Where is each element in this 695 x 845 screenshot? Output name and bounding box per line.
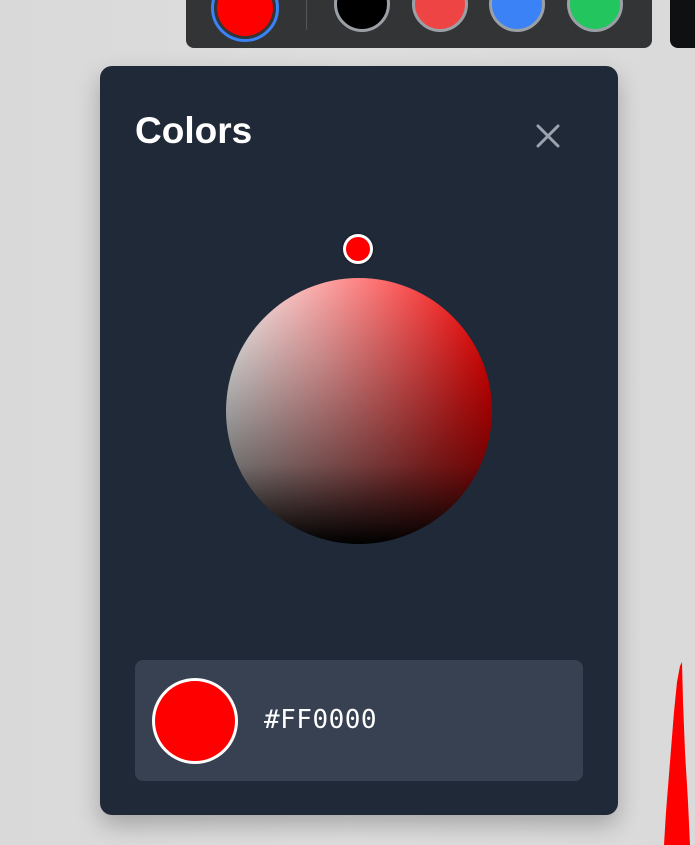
close-icon bbox=[536, 124, 560, 148]
swatch-blue[interactable] bbox=[489, 0, 545, 32]
red-paint-stroke bbox=[664, 662, 690, 845]
current-color-preview bbox=[152, 678, 238, 764]
toolbar-corner bbox=[670, 0, 695, 48]
color-toolbar bbox=[186, 0, 652, 48]
close-button[interactable] bbox=[530, 118, 566, 154]
colors-panel: Colors #FF0000 bbox=[100, 66, 618, 815]
current-color-bar: #FF0000 bbox=[135, 660, 583, 781]
swatch-light-red[interactable] bbox=[412, 0, 468, 32]
hex-value[interactable]: #FF0000 bbox=[264, 705, 377, 735]
swatch-green[interactable] bbox=[567, 0, 623, 32]
swatch-red-fill bbox=[217, 0, 273, 36]
swatch-black[interactable] bbox=[334, 0, 390, 32]
hue-picker-handle[interactable] bbox=[343, 234, 373, 264]
swatch-red-selected[interactable] bbox=[211, 0, 279, 42]
toolbar-divider bbox=[306, 0, 307, 30]
saturation-brightness-picker[interactable] bbox=[226, 278, 492, 544]
panel-title: Colors bbox=[135, 110, 253, 151]
